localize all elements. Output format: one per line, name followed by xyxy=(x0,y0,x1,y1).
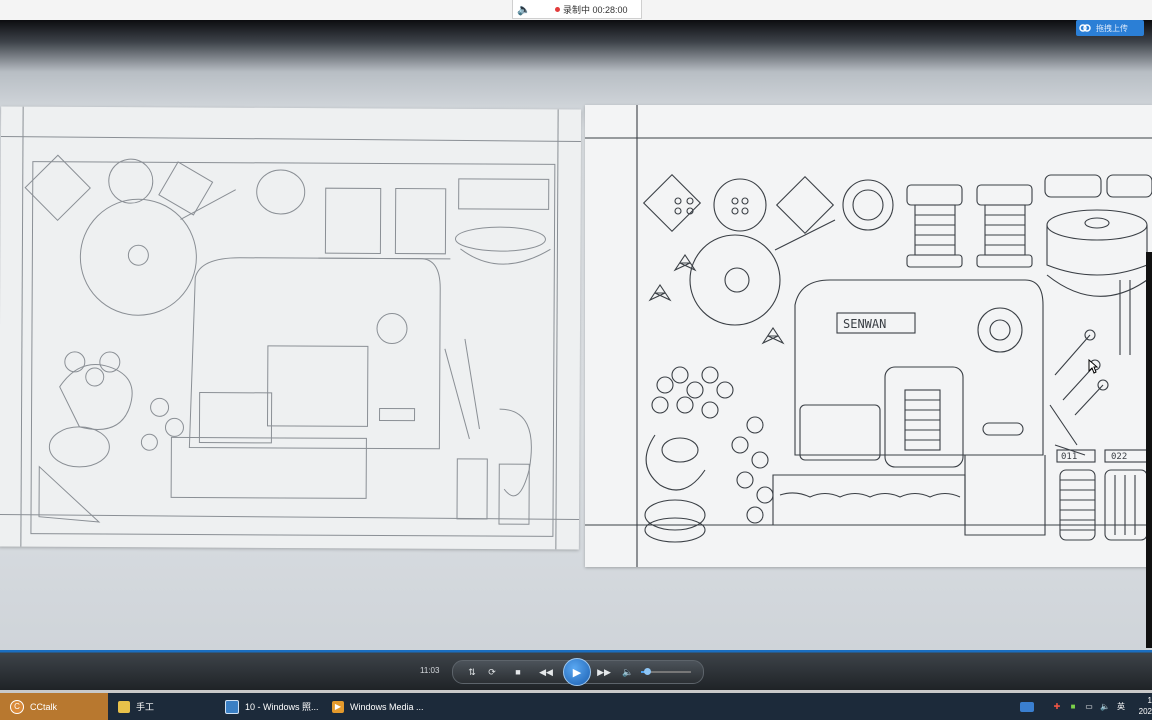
taskbar-item-label: Windows Media ... xyxy=(350,701,424,712)
clock-time: 1 xyxy=(1147,696,1152,705)
mouse-cursor-icon xyxy=(1088,359,1098,374)
recording-status-box[interactable]: 🔈 录制中 00:28:00 xyxy=(512,0,642,19)
taskbar-item-label: CCtalk xyxy=(30,701,58,712)
photos-icon xyxy=(225,699,239,714)
system-tray: ✚ ■ ▭ 🔈 英 1 202 xyxy=(1020,693,1152,720)
machine-label: SENWAN xyxy=(843,317,886,331)
security-tray-icon[interactable]: ✚ xyxy=(1050,702,1064,711)
taskbar-item-label: 10 - Windows 照... xyxy=(245,702,319,712)
baidu-netdisk-icon xyxy=(1078,21,1092,35)
mute-icon[interactable]: 🔈 xyxy=(621,664,635,680)
shuffle-icon[interactable]: ⇅ xyxy=(465,664,479,680)
taskbar-item-photos[interactable]: 10 - Windows 照... xyxy=(215,693,323,720)
system-clock[interactable]: 1 202 xyxy=(1139,695,1152,717)
taskbar-item-cctalk[interactable]: C CCtalk xyxy=(0,693,108,720)
ime-indicator[interactable]: 英 xyxy=(1114,701,1128,712)
windows-taskbar: C CCtalk 手工 10 - Windows 照... ▶ Windows … xyxy=(0,693,1152,720)
ink-drawing-sheet-right: SENWAN 011 022 xyxy=(585,105,1152,567)
taskbar-item-label: 手工 xyxy=(136,702,155,712)
video-frame[interactable]: 拖拽上传 SENWAN 011 022 xyxy=(0,20,1152,650)
netdisk-tray-icon[interactable] xyxy=(1020,701,1034,712)
media-player-icon: ▶ xyxy=(332,700,344,713)
volume-tray-icon[interactable]: 🔈 xyxy=(1098,702,1112,711)
media-player-controls: 11:03 ⇅ ⟳ ■ ◀◀ ▶ ▶▶ 🔈 xyxy=(0,650,1152,690)
pencil-sketch-drawing xyxy=(0,106,581,550)
ink-sewing-machine-drawing: SENWAN 011 022 xyxy=(585,105,1152,567)
sketch-sheet-left xyxy=(0,106,582,550)
volume-slider[interactable] xyxy=(641,668,691,675)
speaker-icon[interactable]: 🔈 xyxy=(513,3,535,16)
spool-label-2: 022 xyxy=(1111,452,1127,462)
folder-icon xyxy=(118,700,130,713)
taskbar-item-folder[interactable]: 手工 xyxy=(108,693,220,720)
nvidia-tray-icon[interactable]: ■ xyxy=(1066,702,1080,711)
playback-time: 11:03 xyxy=(420,666,440,675)
upload-button-label: 拖拽上传 xyxy=(1096,23,1128,33)
upload-button[interactable]: 拖拽上传 xyxy=(1076,20,1144,36)
recording-status-text: 录制中 00:28:00 xyxy=(563,4,628,15)
repeat-icon[interactable]: ⟳ xyxy=(485,664,499,680)
volume-knob[interactable] xyxy=(644,668,651,675)
play-button[interactable]: ▶ xyxy=(563,658,591,686)
cctalk-icon: C xyxy=(10,699,24,714)
previous-icon[interactable]: ◀◀ xyxy=(537,664,555,680)
stop-icon[interactable]: ■ xyxy=(511,664,525,680)
next-icon[interactable]: ▶▶ xyxy=(595,664,613,680)
video-edge-shadow xyxy=(1146,252,1152,648)
recording-bar: 🔈 录制中 00:28:00 xyxy=(0,0,1152,21)
spool-label-1: 011 xyxy=(1061,452,1077,462)
taskbar-item-media-player[interactable]: ▶ Windows Media ... xyxy=(322,693,432,720)
network-icon[interactable]: ▭ xyxy=(1082,702,1096,711)
transport-controls: ⇅ ⟳ ■ ◀◀ ▶ ▶▶ 🔈 xyxy=(452,658,704,686)
recording-dot-icon xyxy=(555,6,560,12)
clock-date: 202 xyxy=(1138,707,1152,716)
